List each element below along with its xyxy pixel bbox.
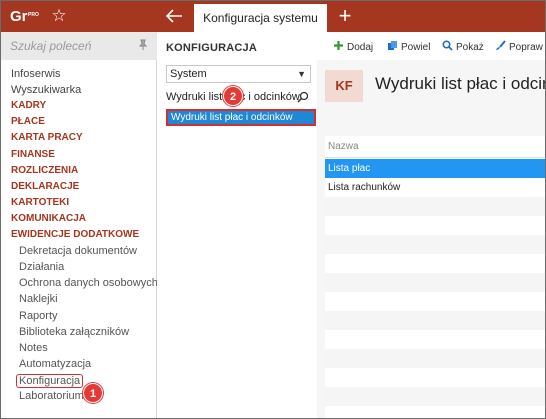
sidebar-item-rozliczenia[interactable]: ROZLICZENIA — [11, 165, 78, 176]
app-window: Gr PRO ☆ Konfiguracja systemu + Szukaj p… — [0, 0, 546, 419]
tab-konfiguracja-systemu[interactable]: Konfiguracja systemu — [194, 4, 327, 32]
sidebar-item-biblioteka-zalacznikow[interactable]: Biblioteka załączników — [19, 326, 129, 338]
empty-row — [325, 216, 545, 235]
step-callout-1: 1 — [83, 383, 103, 403]
copy-icon — [387, 40, 398, 51]
show-button-label: Pokaż — [456, 42, 484, 53]
add-button[interactable]: Dodaj — [333, 40, 373, 53]
sidebar-item-naklejki[interactable]: Naklejki — [19, 293, 58, 305]
empty-row — [325, 292, 545, 311]
sidebar-item-place[interactable]: PŁACE — [11, 116, 45, 127]
magnifier-icon — [442, 40, 453, 51]
sidebar-item-deklaracje[interactable]: DEKLARACJE — [11, 181, 79, 192]
sidebar-item-infoserwis[interactable]: Infoserwis — [11, 68, 61, 80]
empty-row — [325, 349, 545, 368]
duplicate-button-label: Powiel — [401, 42, 431, 53]
pin-icon[interactable] — [137, 39, 149, 51]
empty-row — [325, 330, 545, 349]
empty-row — [325, 197, 545, 216]
step-callout-2: 2 — [223, 86, 243, 106]
sidebar-item-konfiguracja[interactable]: Konfiguracja — [16, 374, 84, 388]
empty-row — [325, 254, 545, 273]
empty-row — [325, 311, 545, 330]
sidebar-item-kadry[interactable]: KADRY — [11, 100, 46, 111]
table-row[interactable]: Lista płac — [325, 159, 545, 178]
sidebar: Szukaj poleceń Infoserwis Wyszukiwarka KAD… — [1, 32, 158, 418]
empty-row — [325, 368, 545, 387]
empty-row — [325, 273, 545, 292]
favorite-star-icon[interactable]: ☆ — [49, 6, 69, 26]
config-panel-title: KONFIGURACJA — [166, 42, 258, 54]
sidebar-item-kartoteki[interactable]: KARTOTEKI — [11, 197, 69, 208]
sidebar-item-laboratorium[interactable]: Laboratorium — [19, 390, 84, 402]
empty-row — [325, 387, 545, 406]
empty-row — [325, 235, 545, 254]
page-title: Wydruki list płac i odcinków — [375, 74, 545, 93]
sidebar-item-dzialania[interactable]: Działania — [19, 261, 64, 273]
toolbar: Dodaj Powiel Pokaż Popraw — [317, 32, 545, 60]
column-header-name[interactable]: Nazwa — [325, 136, 545, 158]
show-button[interactable]: Pokaż — [442, 40, 484, 53]
duplicate-button[interactable]: Powiel — [387, 40, 430, 53]
config-result-item[interactable]: Wydruki list płac i odcinków — [166, 109, 316, 126]
app-logo[interactable]: Gr PRO — [10, 6, 39, 28]
logo-badge: PRO — [28, 12, 39, 18]
reports-table: Nazwa Lista płac Lista rachunków — [325, 136, 545, 418]
table-cell: Lista płac — [328, 163, 371, 174]
chevron-down-icon: ▼ — [297, 69, 306, 79]
sidebar-item-karta-pracy[interactable]: KARTA PRACY — [11, 132, 83, 143]
back-arrow-icon[interactable] — [164, 7, 184, 25]
command-search-input[interactable]: Szukaj poleceń — [1, 32, 157, 60]
module-badge: KF — [325, 70, 363, 102]
sidebar-item-ewidencje-dodatkowe[interactable]: EWIDENCJE DODATKOWE — [11, 229, 139, 240]
sidebar-item-komunikacja[interactable]: KOMUNIKACJA — [11, 213, 86, 224]
sidebar-item-automatyzacja[interactable]: Automatyzacja — [19, 358, 91, 370]
sidebar-item-dekretacja-dokumentow[interactable]: Dekretacja dokumentów — [19, 245, 137, 257]
detail-panel: Dodaj Powiel Pokaż Popraw KF Wydruki lis… — [317, 32, 545, 418]
sidebar-item-notes[interactable]: Notes — [19, 342, 48, 354]
category-select[interactable]: System ▼ — [166, 65, 311, 83]
sidebar-item-raporty[interactable]: Raporty — [19, 310, 58, 322]
sidebar-item-wyszukiwarka[interactable]: Wyszukiwarka — [11, 84, 81, 96]
edit-button[interactable]: Popraw — [495, 40, 543, 53]
new-tab-plus-icon[interactable]: + — [335, 5, 355, 27]
table-row[interactable]: Lista rachunków — [325, 178, 545, 197]
sidebar-item-finanse[interactable]: FINANSE — [11, 149, 55, 160]
edit-button-label: Popraw — [509, 42, 543, 53]
search-placeholder: Szukaj poleceń — [10, 39, 92, 53]
search-icon[interactable] — [297, 91, 309, 103]
sidebar-item-ochrona-danych-osobowych[interactable]: Ochrona danych osobowych — [19, 277, 158, 289]
plus-icon — [333, 40, 344, 51]
top-bar: Gr PRO ☆ Konfiguracja systemu + — [1, 1, 545, 32]
brush-icon — [495, 40, 506, 51]
add-button-label: Dodaj — [347, 42, 374, 53]
category-select-value: System — [170, 68, 207, 80]
table-cell: Lista rachunków — [328, 182, 401, 193]
logo-text: Gr — [10, 8, 28, 25]
